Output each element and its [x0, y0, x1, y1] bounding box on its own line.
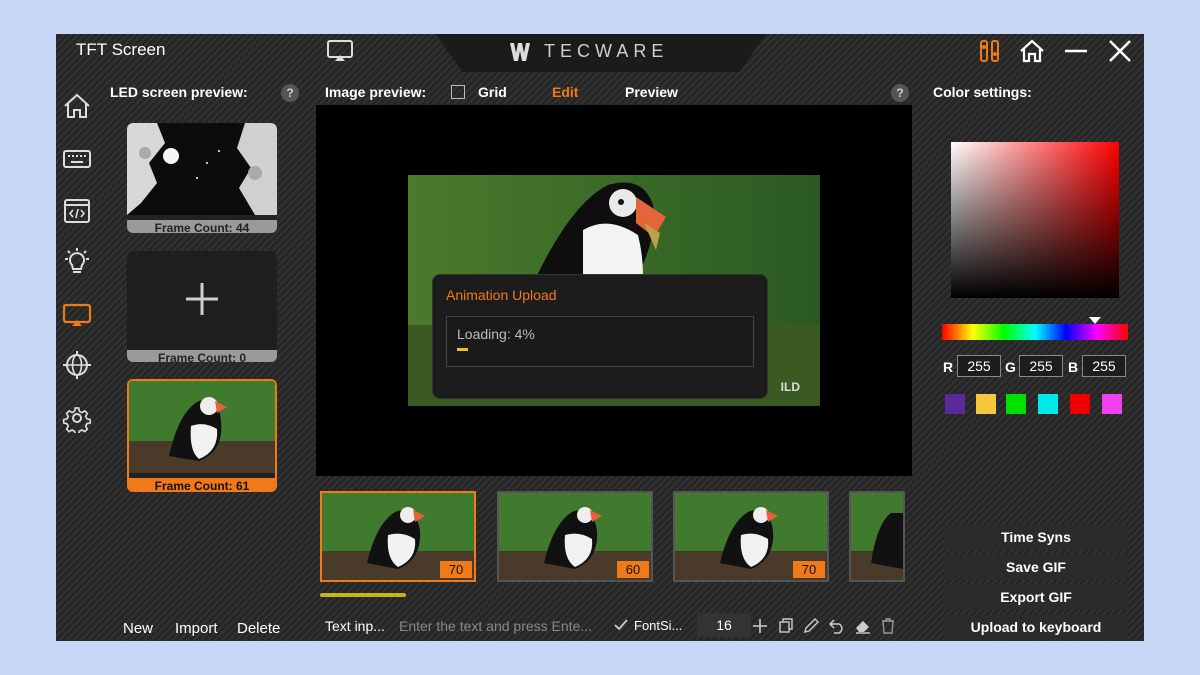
- swatch-green[interactable]: [1006, 394, 1026, 414]
- swatch-red[interactable]: [1070, 394, 1090, 414]
- font-size-input[interactable]: 16: [697, 613, 751, 637]
- frame-thumb-1[interactable]: 70: [320, 491, 476, 582]
- b-label: B: [1068, 359, 1079, 375]
- screen-cast-active-icon[interactable]: [62, 300, 92, 330]
- plus-icon[interactable]: [751, 617, 769, 635]
- check-icon[interactable]: [613, 617, 629, 633]
- animation-upload-dialog: Animation Upload Loading: 4%: [432, 274, 768, 399]
- frame-thumb-2[interactable]: 60: [497, 491, 653, 582]
- g-label: G: [1005, 359, 1016, 375]
- image-preview-label: Image preview:: [325, 84, 427, 100]
- frame-thumb-3[interactable]: 70: [673, 491, 829, 582]
- sidebar-home-icon[interactable]: [62, 91, 92, 121]
- color-picker-gradient[interactable]: [951, 142, 1119, 298]
- r-input[interactable]: 255: [957, 355, 1001, 377]
- swatch-magenta[interactable]: [1102, 394, 1122, 414]
- led-card-1-image: [127, 123, 277, 215]
- gear-icon[interactable]: [62, 403, 92, 433]
- app-title: TFT Screen: [76, 40, 166, 59]
- r-label: R: [943, 359, 954, 375]
- new-button[interactable]: New: [123, 620, 153, 637]
- lightbulb-icon[interactable]: [62, 247, 92, 277]
- home-icon[interactable]: [1018, 38, 1046, 64]
- close-icon[interactable]: [1106, 38, 1134, 64]
- dialog-title: Animation Upload: [446, 287, 557, 303]
- delete-button[interactable]: Delete: [237, 620, 280, 637]
- grid-label: Grid: [478, 84, 507, 100]
- swatch-purple[interactable]: [945, 394, 965, 414]
- export-gif-button[interactable]: Export GIF: [944, 585, 1128, 610]
- thumbnail-scrollbar[interactable]: [320, 593, 406, 597]
- led-card-3[interactable]: Frame Count: 61: [127, 379, 277, 492]
- app-window: TFT Screen TECWARE LED screen preview: ?…: [56, 34, 1144, 641]
- led-card-2[interactable]: Frame Count: 0: [127, 251, 277, 362]
- tecware-logo-icon: [510, 43, 530, 61]
- led-card-3-image: [129, 381, 275, 473]
- hue-slider[interactable]: [942, 324, 1128, 340]
- tab-preview[interactable]: Preview: [625, 84, 678, 100]
- text-input-field[interactable]: [395, 614, 605, 638]
- hue-slider-handle[interactable]: [1089, 317, 1101, 324]
- add-image-icon[interactable]: [127, 251, 277, 345]
- brand-name: TECWARE: [544, 41, 669, 61]
- tools-icon[interactable]: [976, 38, 1004, 64]
- frame-thumb-4[interactable]: [849, 491, 905, 582]
- frame-thumb-3-badge: 70: [793, 561, 825, 578]
- eraser-icon[interactable]: [854, 617, 872, 635]
- trash-icon[interactable]: [879, 617, 897, 635]
- led-help-icon[interactable]: ?: [281, 84, 299, 102]
- g-input[interactable]: 255: [1019, 355, 1063, 377]
- frame-thumb-2-badge: 60: [617, 561, 649, 578]
- loading-text: Loading: 4%: [457, 326, 535, 342]
- loading-progress-bar: [457, 348, 468, 351]
- font-size-label: FontSi...: [634, 618, 683, 633]
- save-gif-button[interactable]: Save GIF: [944, 555, 1128, 580]
- loading-box: Loading: 4%: [446, 316, 754, 367]
- time-sync-button[interactable]: Time Syns: [944, 525, 1128, 550]
- watermark-text: ILD: [780, 380, 800, 394]
- code-window-icon[interactable]: [62, 196, 92, 226]
- text-input-label: Text inp...: [325, 618, 385, 634]
- upload-to-keyboard-button[interactable]: Upload to keyboard: [944, 615, 1128, 640]
- minimize-icon[interactable]: [1062, 38, 1090, 64]
- led-card-1-frame-count: Frame Count: 44: [127, 220, 277, 233]
- undo-icon[interactable]: [828, 617, 846, 635]
- led-card-2-frame-count: Frame Count: 0: [127, 350, 277, 362]
- keyboard-icon[interactable]: [62, 144, 92, 174]
- swatch-cyan[interactable]: [1038, 394, 1058, 414]
- frame-thumb-1-badge: 70: [440, 561, 472, 578]
- led-preview-label: LED screen preview:: [110, 84, 248, 100]
- b-input[interactable]: 255: [1082, 355, 1126, 377]
- frame-thumb-4-image: [851, 493, 903, 580]
- globe-icon[interactable]: [62, 350, 92, 380]
- swatch-yellow[interactable]: [976, 394, 996, 414]
- led-card-3-frame-count: Frame Count: 61: [129, 478, 275, 490]
- pencil-icon[interactable]: [802, 617, 820, 635]
- import-button[interactable]: Import: [175, 620, 218, 637]
- copy-icon[interactable]: [777, 617, 795, 635]
- tab-edit[interactable]: Edit: [552, 84, 578, 100]
- grid-checkbox[interactable]: [451, 85, 465, 99]
- image-help-icon[interactable]: ?: [891, 84, 909, 102]
- screen-cast-icon[interactable]: [326, 39, 354, 63]
- color-settings-label: Color settings:: [933, 84, 1032, 100]
- led-card-1[interactable]: Frame Count: 44: [127, 123, 277, 233]
